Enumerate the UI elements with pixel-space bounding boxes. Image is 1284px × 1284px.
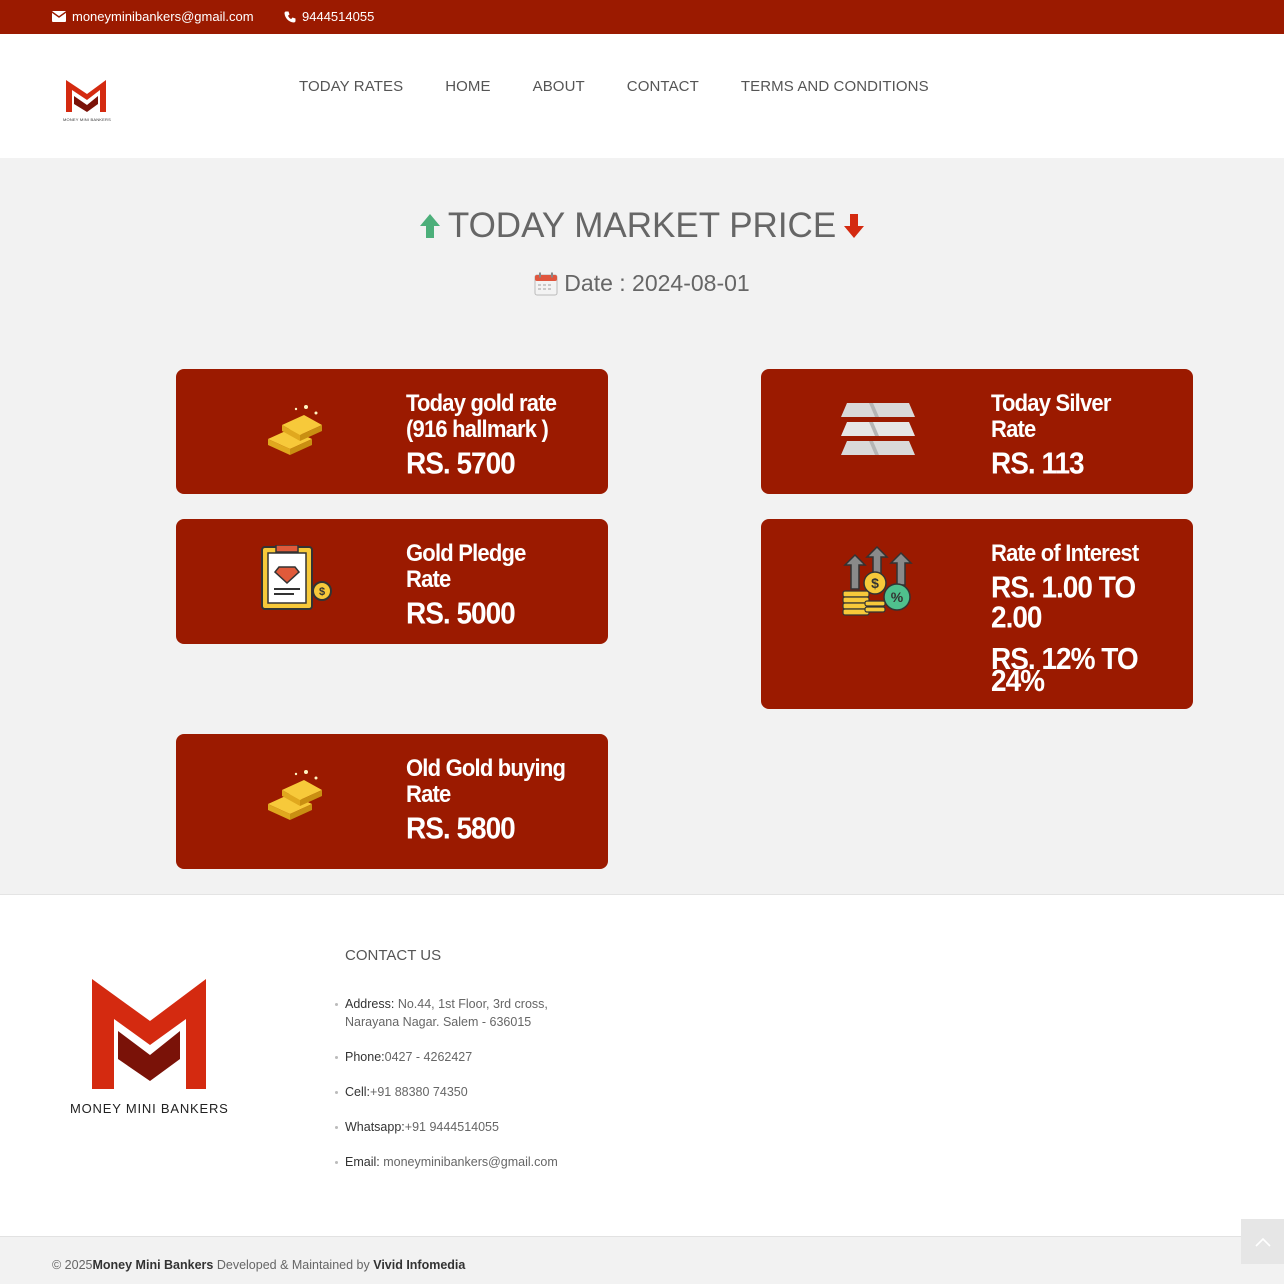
footer-brand-text: MONEY MINI BANKERS <box>70 1101 229 1116</box>
email-key: Email: <box>345 1155 380 1169</box>
page-title: TODAY MARKET PRICE <box>0 206 1284 246</box>
scroll-to-top-button[interactable] <box>1241 1219 1284 1264</box>
interest-rate-value-4: 24% <box>991 663 1045 698</box>
silver-rate-value: RS. 113 <box>991 445 1085 480</box>
address-key: Address: <box>345 997 395 1011</box>
interest-rate-value-2: 2.00 <box>991 599 1043 634</box>
topbar-email[interactable]: moneyminibankers@gmail.com <box>52 9 254 24</box>
gold-rate-card: Today gold rate (916 hallmark ) RS. 5700 <box>176 369 608 494</box>
arrow-down-icon <box>844 214 865 238</box>
site-footer: MONEY MINI BANKERS CONTACT US Address: N… <box>0 894 1284 1236</box>
gold-rate-value: RS. 5700 <box>406 445 516 480</box>
nav-terms[interactable]: TERMS AND CONDITIONS <box>741 78 929 95</box>
logo-tiny-text: MONEY MINI BANKERS <box>63 117 111 122</box>
site-logo[interactable]: MONEY MINI BANKERS <box>56 74 118 124</box>
copyright-text: © 2025Money Mini Bankers Developed & Mai… <box>52 1258 465 1272</box>
contact-list: Address: No.44, 1st Floor, 3rd cross, Na… <box>335 995 605 1188</box>
main-nav: TODAY RATES HOME ABOUT CONTACT TERMS AND… <box>299 78 971 95</box>
date-line: Date : 2024-08-01 <box>0 270 1284 297</box>
phone-icon <box>284 11 296 22</box>
envelope-icon <box>52 11 66 22</box>
gold-bar-icon <box>260 395 330 465</box>
interest-coins-icon: $ % <box>841 545 913 616</box>
gold-pledge-label-1: Gold Pledge <box>406 539 526 567</box>
old-gold-card: Old Gold buying Rate RS. 5800 <box>176 734 608 869</box>
whatsapp-key: Whatsapp: <box>345 1120 405 1134</box>
gold-pledge-card: $ Gold Pledge Rate RS. 5000 <box>176 519 608 644</box>
topbar-email-text: moneyminibankers@gmail.com <box>72 9 254 24</box>
calendar-icon <box>534 272 558 295</box>
gold-rate-label-1: Today gold rate <box>406 389 557 417</box>
copyright-middle: Developed & Maintained by <box>213 1258 374 1272</box>
interest-rate-card: $ % Rate of Interest RS. 1.00 TO 2.00 RS… <box>761 519 1193 709</box>
copyright-prefix: © 2025 <box>52 1258 93 1272</box>
email-value[interactable]: moneyminibankers@gmail.com <box>380 1155 558 1169</box>
silver-bars-icon <box>839 395 919 465</box>
site-header: MONEY MINI BANKERS TODAY RATES HOME ABOU… <box>0 34 1284 158</box>
topbar-phone-text: 9444514055 <box>302 9 375 24</box>
address-line-1: No.44, 1st Floor, 3rd cross, <box>394 997 548 1011</box>
address-line-2: Narayana Nagar. Salem - 636015 <box>345 1015 532 1029</box>
topbar-phone[interactable]: 9444514055 <box>284 9 374 24</box>
phone-value[interactable]: 0427 - 4262427 <box>385 1050 473 1064</box>
nav-about[interactable]: ABOUT <box>533 78 585 95</box>
top-contact-bar: moneyminibankers@gmail.com 9444514055 <box>0 0 1284 34</box>
nav-home[interactable]: HOME <box>445 78 490 95</box>
old-gold-label-1: Old Gold buying <box>406 754 566 782</box>
market-price-section: TODAY MARKET PRICE Date : 2024-08-01 Tod… <box>0 158 1284 894</box>
svg-text:$: $ <box>871 575 879 591</box>
pledge-document-icon: $ <box>260 544 332 615</box>
copyright-bar: © 2025Money Mini Bankers Developed & Mai… <box>0 1236 1284 1284</box>
gold-bar-icon <box>260 760 330 830</box>
footer-logo[interactable]: MONEY MINI BANKERS <box>70 979 240 1119</box>
gold-pledge-value: RS. 5000 <box>406 595 516 630</box>
logo-mark-icon <box>66 80 106 112</box>
nav-contact[interactable]: CONTACT <box>627 78 699 95</box>
silver-rate-card: Today Silver Rate RS. 113 <box>761 369 1193 494</box>
cell-key: Cell: <box>345 1085 371 1099</box>
silver-rate-label-2: Rate <box>991 415 1036 443</box>
date-text: Date : 2024-08-01 <box>564 270 750 296</box>
contact-us-heading: CONTACT US <box>345 947 442 964</box>
list-item: Phone:0427 - 4262427 <box>335 1048 605 1066</box>
old-gold-value: RS. 5800 <box>406 810 516 845</box>
cell-value[interactable]: +91 88380 74350 <box>370 1085 468 1099</box>
list-item: Email: moneyminibankers@gmail.com <box>335 1153 605 1171</box>
list-item: Address: No.44, 1st Floor, 3rd cross, Na… <box>335 995 605 1031</box>
phone-key: Phone: <box>345 1050 385 1064</box>
list-item: Whatsapp:+91 9444514055 <box>335 1118 605 1136</box>
arrow-up-icon <box>419 214 440 238</box>
company-name: Money Mini Bankers <box>92 1258 214 1272</box>
svg-text:%: % <box>891 589 904 605</box>
silver-rate-label-1: Today Silver <box>991 389 1111 417</box>
whatsapp-value[interactable]: +91 9444514055 <box>405 1120 499 1134</box>
developer-link[interactable]: Vivid Infomedia <box>373 1258 465 1272</box>
page-title-text: TODAY MARKET PRICE <box>447 206 837 245</box>
list-item: Cell:+91 88380 74350 <box>335 1083 605 1101</box>
gold-pledge-label-2: Rate <box>406 565 451 593</box>
footer-logo-mark-icon <box>92 979 206 1089</box>
interest-rate-label: Rate of Interest <box>991 539 1139 567</box>
old-gold-label-2: Rate <box>406 780 451 808</box>
svg-text:$: $ <box>319 586 325 598</box>
chevron-up-icon <box>1254 1237 1271 1247</box>
gold-rate-label-2: (916 hallmark ) <box>406 415 549 443</box>
nav-today-rates[interactable]: TODAY RATES <box>299 78 403 95</box>
